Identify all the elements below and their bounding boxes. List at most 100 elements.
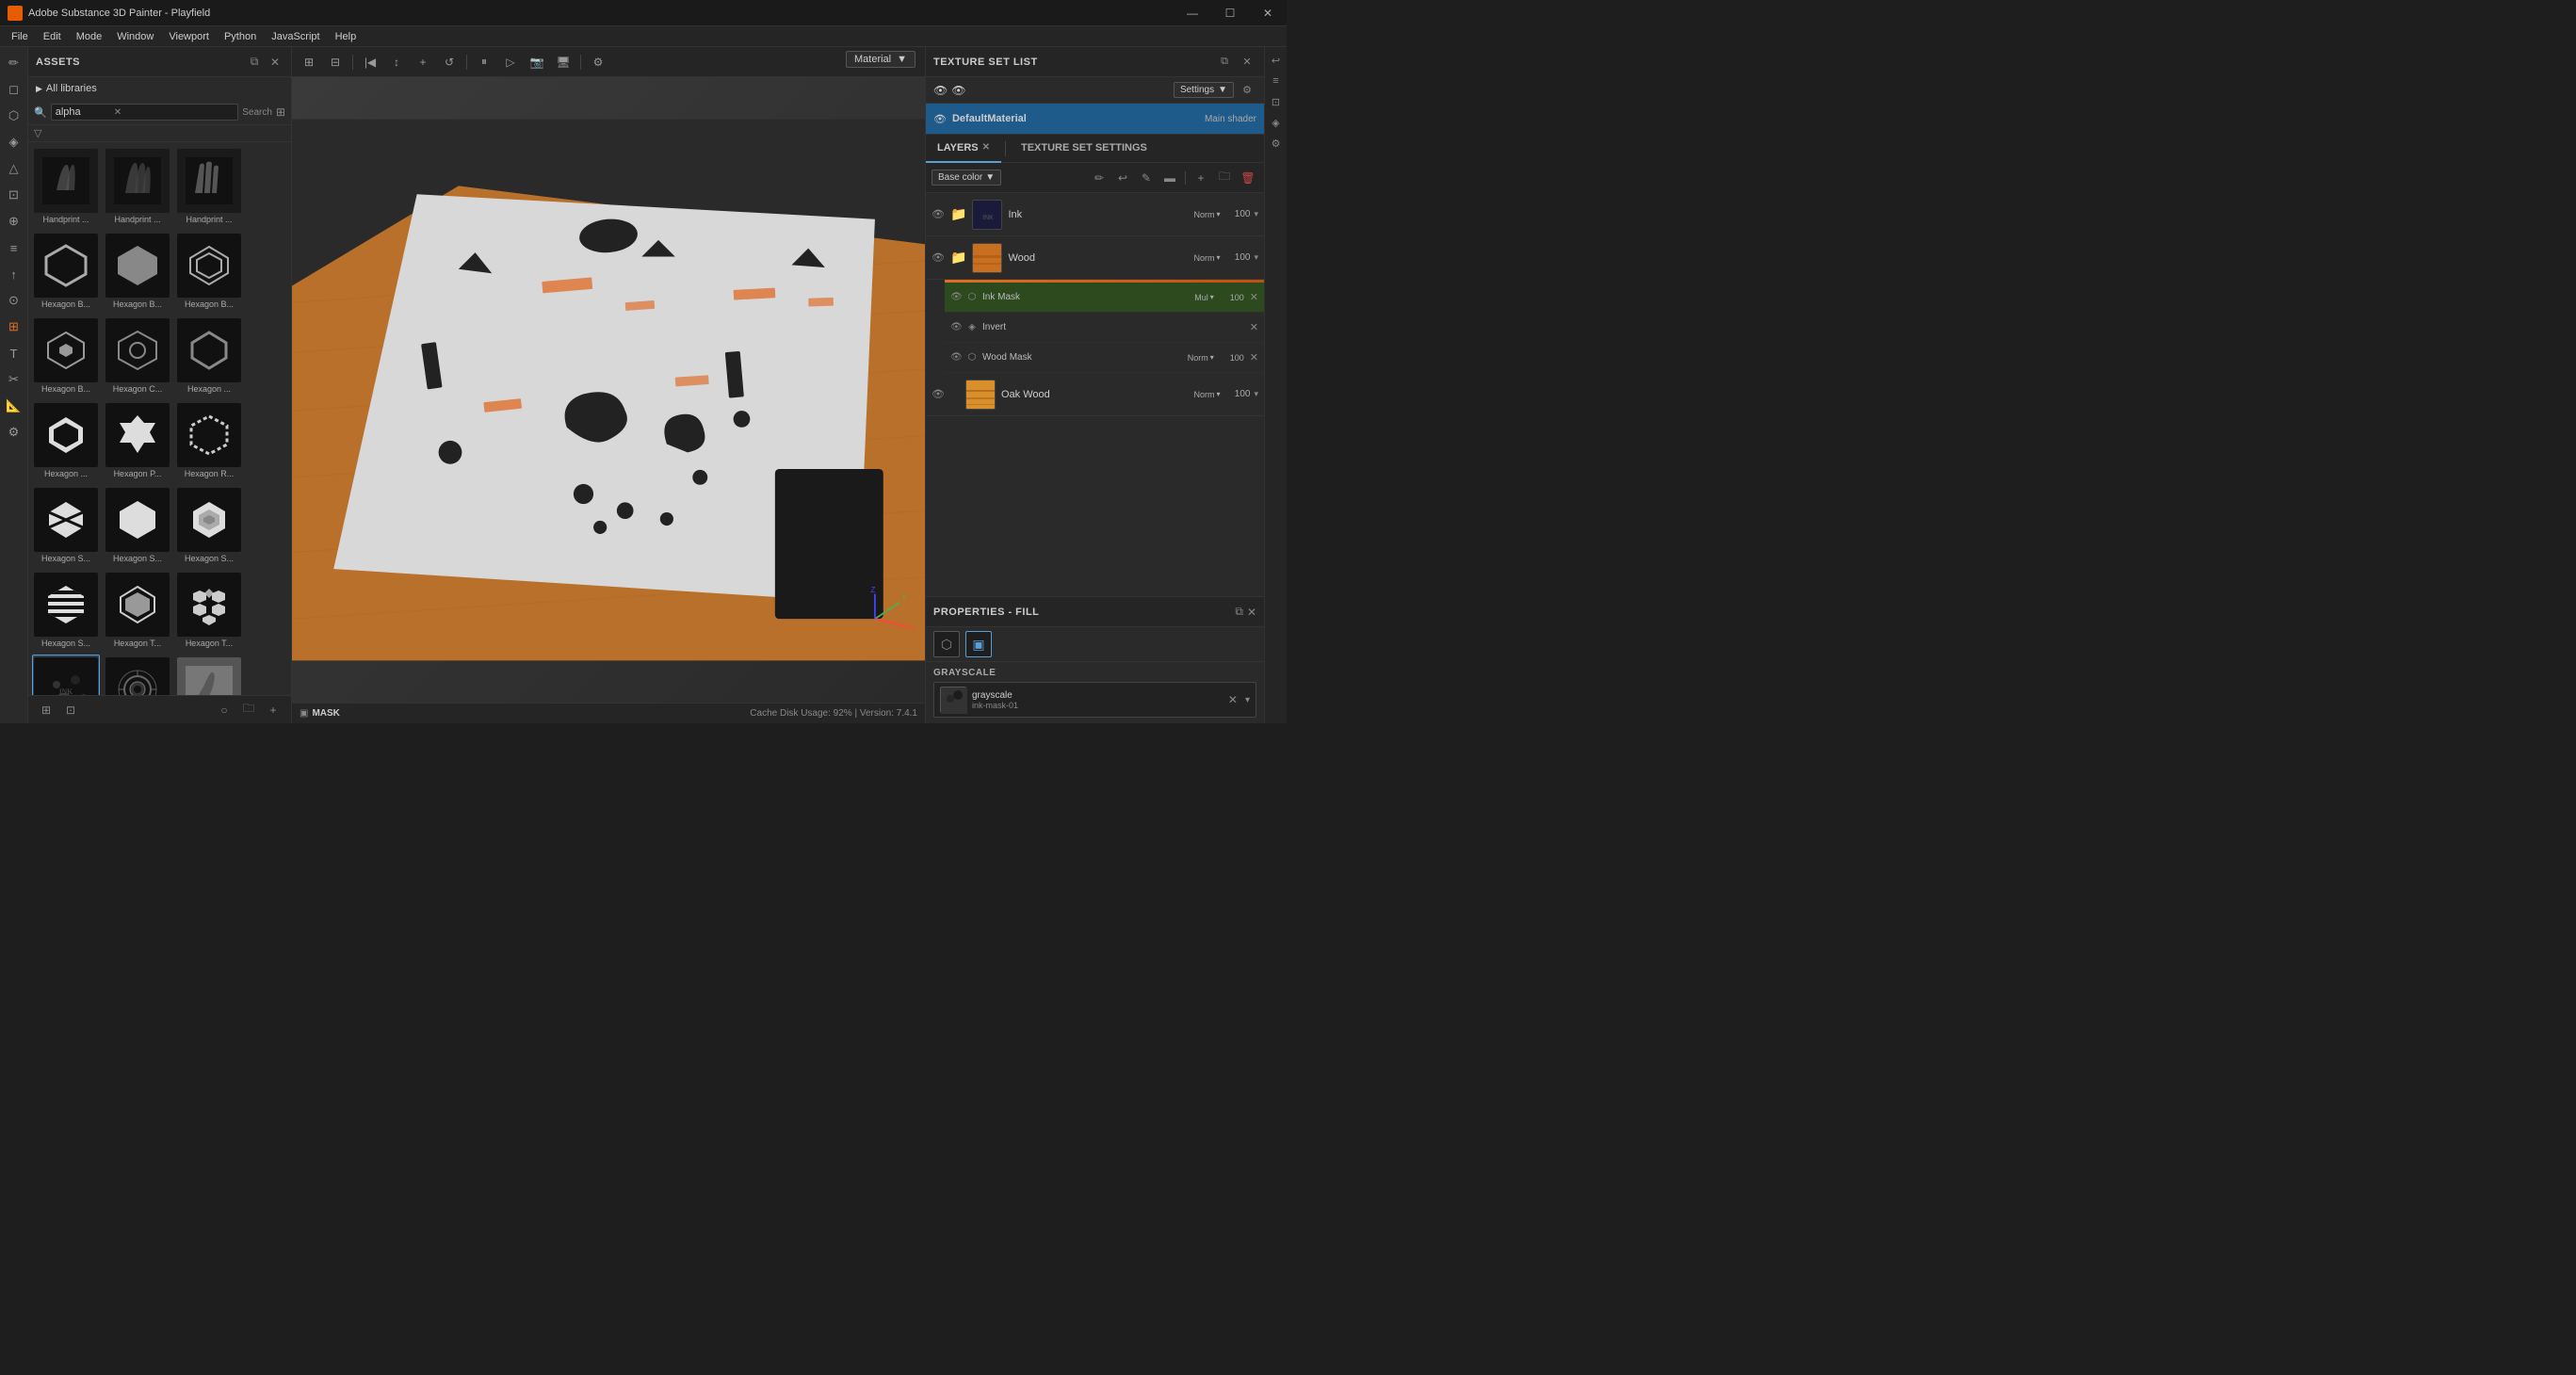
- menu-mode[interactable]: Mode: [69, 29, 110, 44]
- layer-ink-blend[interactable]: Norm ▾: [1193, 210, 1220, 219]
- grid-view-toggle[interactable]: ⊞: [276, 105, 285, 119]
- asset-kyle-brush[interactable]: Kyle Brush ...: [175, 655, 243, 695]
- vt-camera-btn[interactable]: ▷: [499, 51, 522, 73]
- vt-display-btn[interactable]: 🖥: [552, 51, 575, 73]
- layer-wood[interactable]: 👁 📁 Wood Norm ▾ 100 ▾: [926, 236, 1264, 280]
- asset-hexP[interactable]: Hexagon P...: [104, 400, 171, 481]
- vt-photo-btn[interactable]: 📷: [526, 51, 548, 73]
- sub-layer-wood-mask[interactable]: 👁 ⬡ Wood Mask Norm ▾ 100 ✕: [945, 343, 1264, 373]
- sub-layer-invert[interactable]: 👁 ◈ Invert ✕: [945, 313, 1264, 343]
- asset-ink-mask[interactable]: INK ink-mask-01: [32, 655, 100, 695]
- sub-wood-mask-blend[interactable]: Norm ▾: [1188, 353, 1214, 363]
- ri-layers-btn[interactable]: ≡: [1267, 72, 1286, 90]
- ri-effects-btn[interactable]: ◈: [1267, 113, 1286, 132]
- grayscale-close-btn[interactable]: ✕: [1228, 693, 1238, 706]
- pf-close-icon[interactable]: ✕: [1247, 606, 1256, 619]
- minimize-button[interactable]: —: [1174, 0, 1211, 26]
- asset-hexS1[interactable]: Hexagon S...: [32, 485, 100, 566]
- canvas-area[interactable]: Y X Z: [292, 77, 925, 703]
- settings-tool[interactable]: ⚙: [2, 420, 26, 445]
- assets-new-folder-btn[interactable]: 🗀: [238, 700, 259, 720]
- lt-refresh-btn[interactable]: ↩: [1112, 168, 1133, 188]
- vt-refresh-btn[interactable]: ↺: [438, 51, 461, 73]
- assets-maximize-icon[interactable]: ⧉: [246, 54, 263, 71]
- paint-tool[interactable]: ✏: [2, 51, 26, 75]
- crop-tool[interactable]: ✂: [2, 367, 26, 392]
- sub-invert-close[interactable]: ✕: [1250, 321, 1258, 333]
- asset-hex3[interactable]: Hexagon ...: [175, 315, 243, 396]
- ri-settings-btn[interactable]: ⚙: [1267, 134, 1286, 153]
- menu-javascript[interactable]: JavaScript: [264, 29, 327, 44]
- menu-window[interactable]: Window: [109, 29, 161, 44]
- tsl-eye-diffuse[interactable]: 👁: [933, 84, 948, 97]
- asset-hexS-striped[interactable]: Hexagon S...: [32, 570, 100, 651]
- layer-oak-eye[interactable]: 👁: [932, 388, 945, 400]
- layer-wood-eye[interactable]: 👁: [932, 251, 945, 264]
- pf-grayscale-mode-btn[interactable]: ▣: [965, 631, 992, 657]
- sub-ink-mask-close[interactable]: ✕: [1250, 291, 1258, 303]
- tab-layers[interactable]: LAYERS ✕: [926, 135, 1001, 163]
- fill-tool[interactable]: ◈: [2, 130, 26, 154]
- sub-invert-eye[interactable]: 👁: [950, 322, 962, 332]
- layers-tool[interactable]: ≡: [2, 235, 26, 260]
- sub-wood-mask-eye[interactable]: 👁: [950, 352, 962, 363]
- lt-brush-btn[interactable]: ✏: [1089, 168, 1110, 188]
- close-button[interactable]: ✕: [1249, 0, 1287, 26]
- asset-tool[interactable]: ⊞: [2, 315, 26, 339]
- material-dropdown[interactable]: Material ▼: [846, 51, 915, 68]
- layer-ink-eye[interactable]: 👁: [932, 208, 945, 220]
- asset-hexB2[interactable]: Hexagon B...: [104, 231, 171, 312]
- layer-oak-wood[interactable]: 👁 Oak Wood Norm ▾ 100 ▾: [926, 373, 1264, 416]
- ri-history-btn[interactable]: ↩: [1267, 51, 1286, 70]
- assets-close-icon[interactable]: ✕: [267, 54, 284, 71]
- tsl-config-btn[interactable]: ⚙: [1238, 81, 1256, 100]
- layer-wood-blend[interactable]: Norm ▾: [1193, 253, 1220, 263]
- text-tool[interactable]: T: [2, 341, 26, 365]
- menu-viewport[interactable]: Viewport: [161, 29, 217, 44]
- asset-hexT1[interactable]: Hexagon T...: [104, 570, 171, 651]
- lt-stamp-btn[interactable]: ✎: [1136, 168, 1157, 188]
- asset-hexS2[interactable]: Hexagon S...: [104, 485, 171, 566]
- layer-oak-blend[interactable]: Norm ▾: [1193, 390, 1220, 399]
- asset-hexC[interactable]: Hexagon C...: [104, 315, 171, 396]
- ri-properties-btn[interactable]: ⊡: [1267, 92, 1286, 111]
- asset-iris[interactable]: Iris: [104, 655, 171, 695]
- clone-tool[interactable]: ⊕: [2, 209, 26, 234]
- tsl-eye-normal[interactable]: 👁: [951, 84, 965, 97]
- layer-ink[interactable]: 👁 📁 INK Ink Norm ▾ 100 ▾: [926, 193, 1264, 236]
- search-input-wrap[interactable]: ✕: [51, 104, 239, 121]
- polygon-tool[interactable]: △: [2, 156, 26, 181]
- tsl-minimize-btn[interactable]: ⧉: [1215, 53, 1234, 72]
- asset-handprint-1[interactable]: Handprint ...: [32, 146, 100, 227]
- vt-add-btn[interactable]: +: [412, 51, 434, 73]
- tsl-settings-dropdown[interactable]: Settings ▼: [1174, 82, 1234, 98]
- all-libraries-item[interactable]: ▶ All libraries: [28, 77, 291, 100]
- measure-tool[interactable]: 📐: [2, 394, 26, 418]
- smudge-tool[interactable]: ⬡: [2, 104, 26, 128]
- assets-circle-btn[interactable]: ○: [214, 700, 235, 720]
- assets-import-btn[interactable]: ⊞: [36, 700, 57, 720]
- asset-hexS3[interactable]: Hexagon S...: [175, 485, 243, 566]
- eraser-tool[interactable]: ◻: [2, 77, 26, 102]
- asset-hexB4[interactable]: Hexagon B...: [32, 315, 100, 396]
- menu-file[interactable]: File: [4, 29, 36, 44]
- sub-wood-mask-close[interactable]: ✕: [1250, 351, 1258, 364]
- maximize-button[interactable]: ☐: [1211, 0, 1249, 26]
- sub-ink-mask-blend[interactable]: Mul ▾: [1194, 293, 1214, 302]
- tsl-close-btn[interactable]: ✕: [1238, 53, 1256, 72]
- search-input[interactable]: [56, 106, 112, 118]
- asset-hex-white1[interactable]: Hexagon ...: [32, 400, 100, 481]
- bake-tool[interactable]: ⊙: [2, 288, 26, 313]
- lt-folder-btn[interactable]: 🗀: [1214, 168, 1235, 188]
- asset-hexR[interactable]: Hexagon R...: [175, 400, 243, 481]
- menu-python[interactable]: Python: [217, 29, 264, 44]
- pf-material-mode-btn[interactable]: ⬡: [933, 631, 960, 657]
- tsl-material-eye[interactable]: 👁: [933, 113, 947, 125]
- vt-grid2-btn[interactable]: ⊟: [324, 51, 347, 73]
- asset-hexB3[interactable]: Hexagon B...: [175, 231, 243, 312]
- selection-tool[interactable]: ⊡: [2, 183, 26, 207]
- sub-layer-ink-mask[interactable]: 👁 ⬡ Ink Mask Mul ▾ 100 ✕: [945, 283, 1264, 313]
- assets-folder-btn[interactable]: ⊡: [60, 700, 81, 720]
- sub-ink-mask-eye[interactable]: 👁: [950, 292, 962, 302]
- vt-first-btn[interactable]: |◀: [359, 51, 381, 73]
